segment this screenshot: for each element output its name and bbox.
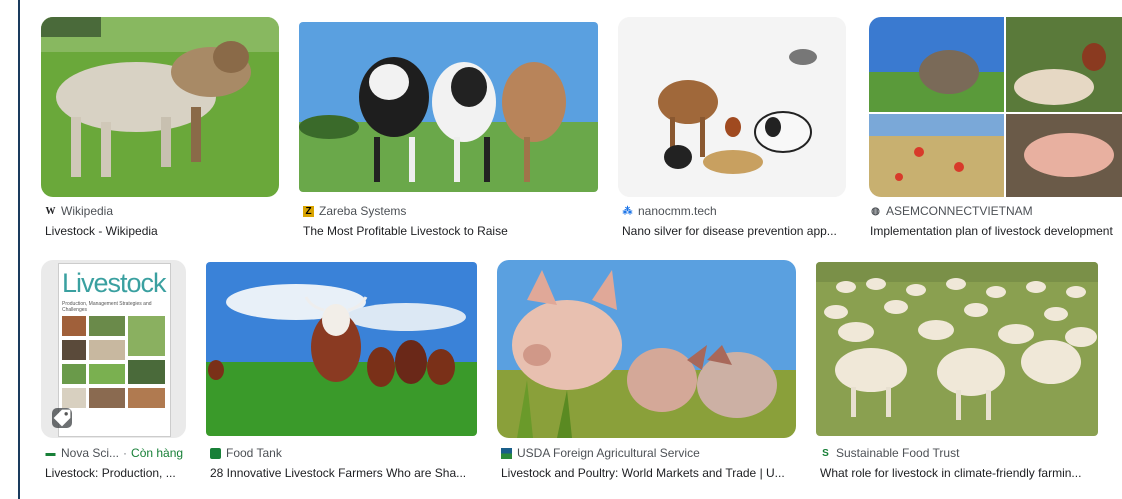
source-name: Zareba Systems [319, 204, 407, 218]
result-card-foodtank[interactable]: Food Tank 28 Innovative Livestock Farmer… [206, 260, 478, 485]
source-name: Food Tank [226, 446, 282, 460]
zareba-icon: Z [303, 205, 314, 217]
thumbnail-cows-grazing[interactable] [41, 17, 279, 197]
source-name: ASEMCONNECTVIETNAM [886, 204, 1033, 218]
result-card-zareba[interactable]: Z Zareba Systems The Most Profitable Liv… [299, 17, 604, 242]
book-title: Livestock [62, 268, 167, 298]
thumbnail-pigs[interactable] [497, 260, 796, 438]
source-label[interactable]: Food Tank [210, 446, 478, 460]
source-label[interactable]: ▬ Nova Sci... · Còn hàng [45, 446, 190, 460]
thumbnail-three-cows[interactable] [299, 22, 598, 192]
foodtank-icon [210, 447, 221, 459]
result-card-sft[interactable]: S Sustainable Food Trust What role for l… [816, 260, 1122, 485]
stock-status: Còn hàng [131, 446, 184, 460]
source-label[interactable]: ◍ ASEMCONNECTVIETNAM [870, 204, 1122, 218]
result-title[interactable]: The Most Profitable Livestock to Raise [303, 224, 598, 238]
globe-icon: ◍ [871, 205, 880, 217]
source-label[interactable]: S Sustainable Food Trust [820, 446, 1110, 460]
nanocmm-icon: ⁂ [622, 205, 633, 217]
source-label[interactable]: ⁂ nanocmm.tech [622, 204, 847, 218]
thumbnail-sheep-flock[interactable] [816, 262, 1098, 436]
result-card-asemconnect[interactable]: ◍ ASEMCONNECTVIETNAM Implementation plan… [866, 17, 1122, 242]
result-title[interactable]: What role for livestock in climate-frien… [820, 466, 1102, 480]
source-name: USDA Foreign Agricultural Service [517, 446, 700, 460]
thumbnail-farm-animals-collage[interactable] [618, 17, 846, 197]
book-cover: Livestock Production, Management Strateg… [58, 263, 171, 437]
source-label[interactable]: Z Zareba Systems [303, 204, 598, 218]
result-card-usda[interactable]: USDA Foreign Agricultural Service Livest… [497, 260, 799, 485]
result-title[interactable]: Livestock and Poultry: World Markets and… [501, 466, 799, 480]
result-title[interactable]: Implementation plan of livestock develop… [870, 224, 1122, 238]
result-card-wikipedia[interactable]: W Wikipedia Livestock - Wikipedia [41, 17, 281, 242]
separator-dot: · [123, 446, 128, 460]
book-subtitle: Production, Management Strategies and Ch… [62, 301, 152, 313]
result-card-nova[interactable]: Livestock Production, Management Strateg… [41, 260, 187, 485]
wikipedia-icon: W [45, 205, 56, 217]
result-card-nanocmm[interactable]: ⁂ nanocmm.tech Nano silver for disease p… [618, 17, 848, 242]
left-border [18, 0, 20, 499]
source-name: Nova Sci... [61, 446, 120, 460]
result-title[interactable]: 28 Innovative Livestock Farmers Who are … [210, 466, 478, 480]
source-label[interactable]: W Wikipedia [45, 204, 275, 218]
thumbnail-cattle-field[interactable] [206, 262, 477, 436]
source-name: Sustainable Food Trust [836, 446, 960, 460]
result-title[interactable]: Livestock - Wikipedia [45, 224, 277, 238]
tag-icon [52, 408, 72, 428]
source-name: nanocmm.tech [638, 204, 717, 218]
source-name: Wikipedia [61, 204, 114, 218]
nova-icon: ▬ [45, 447, 56, 459]
sft-icon: S [822, 447, 829, 459]
source-label[interactable]: USDA Foreign Agricultural Service [501, 446, 799, 460]
usda-icon [501, 447, 512, 459]
book-cover-photos [62, 316, 165, 408]
thumbnail-book-cover[interactable]: Livestock Production, Management Strateg… [41, 260, 186, 438]
result-title[interactable]: Nano silver for disease prevention app..… [622, 224, 847, 238]
thumbnail-livestock-grid[interactable] [869, 17, 1122, 197]
result-title[interactable]: Livestock: Production, ... [45, 466, 187, 480]
